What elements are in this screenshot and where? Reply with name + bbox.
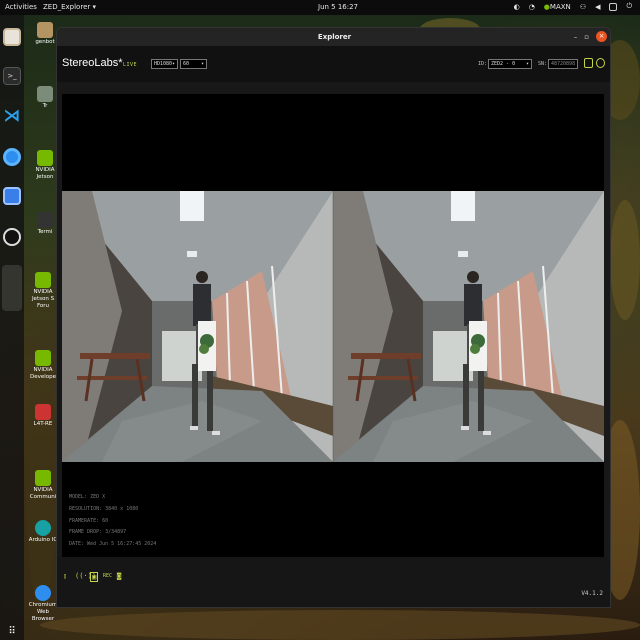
- version-label: V4.1.2: [581, 590, 603, 597]
- dock: >_ ⋊ ⠿: [0, 15, 24, 640]
- terminal-icon: [37, 212, 53, 228]
- stereo-camera-feed: [62, 191, 604, 462]
- chromium-icon: [35, 585, 51, 601]
- stereolabs-logo: StereoLabs*: [62, 57, 123, 69]
- trash-icon: [37, 86, 53, 102]
- chevron-down-icon: ▾: [200, 61, 204, 67]
- close-button[interactable]: ×: [596, 31, 607, 42]
- chevron-down-icon: ▾: [171, 61, 175, 67]
- explorer-window: Explorer – ▫ × StereoLabs* LIVE HD1080 ▾ …: [56, 27, 611, 608]
- app-menu[interactable]: ZED_Explorer ▾: [43, 3, 96, 11]
- arduino-icon: [35, 520, 51, 536]
- zed-explorer-dock-item[interactable]: [2, 265, 22, 311]
- power-icon: ⏻: [626, 2, 632, 10]
- sn-label: SN:: [538, 61, 548, 67]
- title-bar[interactable]: Explorer – ▫ ×: [57, 28, 610, 47]
- clock[interactable]: Jun 5 16:27: [318, 3, 358, 11]
- desktop-icon-l4t[interactable]: L4T-RE: [26, 404, 60, 428]
- home-folder-icon: [37, 22, 53, 38]
- minimize-button[interactable]: –: [574, 33, 578, 41]
- activities-button[interactable]: Activities: [5, 3, 37, 11]
- camera-select[interactable]: ZED2 - 0 ▾: [488, 59, 532, 69]
- show-apps-icon[interactable]: ⠿: [3, 623, 21, 640]
- refresh-icon[interactable]: [584, 58, 593, 68]
- desktop-icon-arduino[interactable]: Arduino IC: [26, 520, 60, 544]
- info-framerate: FRAMERATE: 60: [69, 517, 109, 524]
- live-indicator: LIVE: [123, 62, 138, 68]
- resolution-select[interactable]: HD1080 ▾: [151, 59, 178, 69]
- camera-snapshot-icon[interactable]: ◙: [117, 572, 121, 580]
- network-icon: ◐: [513, 2, 520, 11]
- chromium-icon[interactable]: [3, 148, 21, 166]
- id-label: ID:: [478, 61, 488, 67]
- accessibility-icon: ⚇: [579, 2, 587, 11]
- info-resolution: RESOLUTION: 3840 x 1080: [69, 505, 139, 512]
- serial-number-field: 48720898: [548, 59, 578, 69]
- top-bar: Activities ZED_Explorer ▾ Jun 5 16:27 ◐ …: [0, 0, 640, 15]
- vscode-icon[interactable]: ⋊: [3, 107, 21, 125]
- desktop-icon-chromium[interactable]: Chromium Web Browser: [26, 585, 60, 623]
- system-tray[interactable]: ◐ ◔ ●MAXN ⚇ ◀ ⏻: [514, 2, 632, 11]
- terminal-icon[interactable]: >_: [3, 67, 21, 85]
- desktop-icon-nvidia-forum[interactable]: NVIDIA Jetson S Foru: [26, 272, 60, 310]
- nvidia-icon: [37, 150, 53, 166]
- fps-select[interactable]: 60 ▾: [180, 59, 207, 69]
- screenshot-icon[interactable]: [3, 187, 21, 205]
- app-header: StereoLabs* LIVE HD1080 ▾ 60 ▾ ID: ZED2 - …: [57, 47, 610, 82]
- info-date: DATE: Wed Jun 5 16:27:45 2024: [69, 541, 157, 548]
- obs-icon[interactable]: [3, 228, 21, 246]
- window-title: Explorer: [317, 33, 352, 41]
- nvidia-icon: [35, 350, 51, 366]
- nvidia-icon: [35, 470, 51, 486]
- desktop-icon-nvidia-developer[interactable]: NVIDIA Develope: [26, 350, 60, 381]
- document-icon: [35, 404, 51, 420]
- camera-viewer[interactable]: MODEL: ZED X RESOLUTION: 3840 x 1080 FRA…: [62, 94, 604, 557]
- info-frame-drop: FRAME DROP: 3/34897: [69, 529, 127, 536]
- desktop-icon-nvidia-community[interactable]: NVIDIA Communi: [26, 470, 60, 501]
- record-icon[interactable]: ▣: [90, 572, 99, 582]
- chevron-down-icon: ▾: [525, 61, 529, 67]
- nvidia-power-mode[interactable]: ●MAXN: [544, 3, 571, 11]
- nvidia-icon: [35, 272, 51, 288]
- maximize-button[interactable]: ▫: [584, 33, 589, 41]
- wifi-icon: ◔: [528, 2, 535, 11]
- info-model: MODEL: ZED X: [69, 494, 106, 500]
- desktop: Activities ZED_Explorer ▾ Jun 5 16:27 ◐ …: [0, 0, 640, 640]
- volume-icon: ◀: [595, 2, 601, 11]
- battery-icon: [609, 2, 618, 11]
- rec-button[interactable]: REC: [103, 573, 112, 579]
- folder-icon[interactable]: ▯: [63, 572, 67, 580]
- camera-info-panel: MODEL: ZED X RESOLUTION: 3840 x 1080 FRA…: [69, 492, 156, 551]
- settings-gear-icon[interactable]: [596, 58, 605, 68]
- files-icon[interactable]: [3, 28, 21, 46]
- footer-toolbar: ▯ ((·)) ▣ REC ◙ V4.1.2: [57, 557, 610, 607]
